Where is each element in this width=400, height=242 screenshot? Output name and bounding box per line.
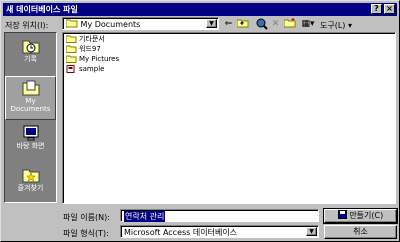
create-button[interactable]: 만들기(C) xyxy=(323,208,398,224)
place-label: 기록 xyxy=(24,55,37,63)
close-button[interactable]: × xyxy=(384,4,395,14)
list-item[interactable]: 워드97 xyxy=(66,45,101,54)
cancel-button[interactable]: 취소 xyxy=(324,225,397,239)
file-list[interactable]: 기타문서 워드97 My Pictures sample xyxy=(62,32,396,204)
help-button[interactable]: ? xyxy=(371,4,382,14)
up-folder-icon[interactable] xyxy=(236,18,249,30)
location-value: My Documents xyxy=(65,19,141,29)
place-label: 바탕 화면 xyxy=(16,142,45,150)
list-item[interactable]: sample xyxy=(66,65,104,74)
folder-icon xyxy=(66,55,77,63)
place-favorites[interactable]: 즐겨찾기 xyxy=(5,164,56,204)
folder-icon xyxy=(66,45,77,53)
back-icon[interactable]: ⇐ xyxy=(222,18,235,30)
file-name: 기타문서 xyxy=(79,35,105,43)
file-name: sample xyxy=(79,65,105,73)
place-label: 즐겨찾기 xyxy=(17,184,44,192)
filetype-value: Microsoft Access 데이터베이스 xyxy=(124,228,238,237)
desktop-icon xyxy=(23,125,38,141)
filename-label: 파일 이름(N): xyxy=(63,213,110,222)
file-dialog-window: 새 데이터베이스 파일 ? × 저장 위치(I): My Documents ▼… xyxy=(0,0,400,242)
views-icon[interactable]: ▦▾ xyxy=(299,18,317,30)
place-label: My Documents xyxy=(10,97,51,113)
file-name: My Pictures xyxy=(79,55,120,63)
location-label: 저장 위치(I): xyxy=(5,21,49,30)
chevron-down-icon[interactable]: ▼ xyxy=(306,227,317,236)
delete-icon[interactable]: ✕ xyxy=(269,18,282,30)
new-folder-icon[interactable] xyxy=(283,18,296,30)
create-button-label: 만들기(C) xyxy=(349,211,384,220)
filename-value: 연락처 관리 xyxy=(124,211,166,222)
title-bar[interactable]: 새 데이터베이스 파일 ? × xyxy=(3,3,397,16)
places-bar: 기록 My Documents 바탕 화면 즐겨찾기 xyxy=(4,32,57,203)
filename-input[interactable]: 연락처 관리 xyxy=(120,209,319,222)
filetype-label: 파일 형식(T): xyxy=(63,229,109,238)
file-name: 워드97 xyxy=(79,45,101,53)
history-icon xyxy=(22,40,39,54)
tools-menu-label: 도구(L) xyxy=(320,21,346,30)
my-documents-icon xyxy=(22,80,39,96)
place-my-documents[interactable]: My Documents xyxy=(5,76,56,120)
tools-menu[interactable]: 도구(L) ▾ xyxy=(320,20,352,31)
location-text: My Documents xyxy=(80,20,141,29)
save-icon xyxy=(337,210,347,219)
place-desktop[interactable]: 바탕 화면 xyxy=(5,122,56,162)
list-item[interactable]: My Pictures xyxy=(66,55,119,64)
place-history[interactable]: 기록 xyxy=(5,35,56,75)
folder-icon xyxy=(65,19,78,28)
database-file-icon xyxy=(66,65,75,73)
list-item[interactable]: 기타문서 xyxy=(66,35,105,44)
favorites-icon xyxy=(22,169,39,183)
location-combo[interactable]: My Documents ▼ xyxy=(62,17,219,30)
filetype-combo[interactable]: Microsoft Access 데이터베이스 ▼ xyxy=(120,225,319,238)
window-title: 새 데이터베이스 파일 xyxy=(6,5,78,14)
folder-icon xyxy=(66,35,77,43)
chevron-down-icon[interactable]: ▼ xyxy=(206,19,217,28)
search-web-icon[interactable] xyxy=(255,18,268,30)
